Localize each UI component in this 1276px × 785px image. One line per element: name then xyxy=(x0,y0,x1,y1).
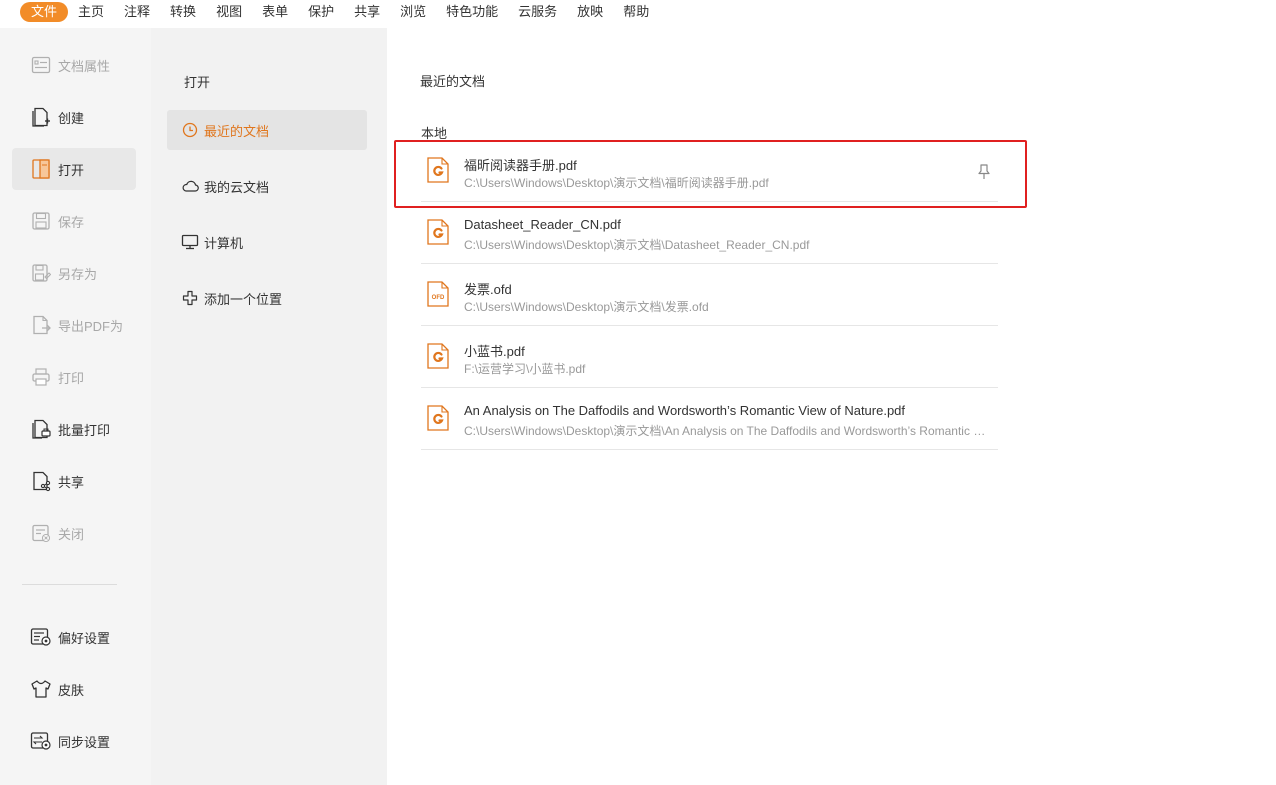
open-location-label: 最近的文档 xyxy=(204,123,270,139)
sync-settings-icon xyxy=(30,730,52,752)
document-path: C:\Users\Windows\Desktop\演示文档\发票.ofd xyxy=(464,300,709,314)
sidebar-item-save[interactable]: 保存 xyxy=(12,200,136,242)
document-name: An Analysis on The Daffodils and Wordswo… xyxy=(464,403,906,418)
print-icon xyxy=(30,366,52,388)
menu-item-0[interactable]: 文件 xyxy=(20,2,69,22)
menu-item-2[interactable]: 注释 xyxy=(114,2,160,22)
recent-document-row[interactable]: 福昕阅读器手册.pdf C:\Users\Windows\Desktop\演示文档… xyxy=(421,140,998,202)
menu-item-6[interactable]: 保护 xyxy=(298,2,344,22)
sidebar-item-create[interactable]: 创建 xyxy=(12,96,136,138)
menu-item-7[interactable]: 共享 xyxy=(344,2,390,22)
save-icon xyxy=(30,210,52,232)
preferences-icon xyxy=(30,626,52,648)
sidebar-item-label: 保存 xyxy=(58,214,85,230)
document-path: C:\Users\Windows\Desktop\演示文档\福昕阅读器手册.pd… xyxy=(464,176,769,190)
sidebar-item-label: 关闭 xyxy=(58,526,85,542)
recent-documents-panel: 最近的文档 本地 福昕阅读器手册.pdf C:\Users\Windows\Des… xyxy=(387,28,1276,785)
document-name: 小蓝书.pdf xyxy=(464,344,525,359)
sidebar-item-print[interactable]: 打印 xyxy=(12,356,136,398)
menu-item-10[interactable]: 云服务 xyxy=(508,2,567,22)
sidebar-item-export-pdf[interactable]: 导出PDF为 xyxy=(12,304,136,346)
menu-item-12[interactable]: 帮助 xyxy=(613,2,659,22)
document-name: 发票.ofd xyxy=(464,282,512,297)
sidebar-item-label: 皮肤 xyxy=(58,682,85,698)
pin-icon[interactable] xyxy=(976,163,992,181)
sidebar-item-close-doc[interactable]: 关闭 xyxy=(12,512,136,554)
pdf-file-icon xyxy=(427,157,449,183)
recent-document-row[interactable]: 小蓝书.pdf F:\运营学习\小蓝书.pdf xyxy=(421,326,998,388)
recent-document-row[interactable]: Datasheet_Reader_CN.pdf C:\Users\Windows\… xyxy=(421,202,998,264)
menu-item-9[interactable]: 特色功能 xyxy=(436,2,508,22)
sidebar-item-skin[interactable]: 皮肤 xyxy=(12,668,136,710)
open-location-computer[interactable]: 计算机 xyxy=(167,222,367,262)
plus-icon xyxy=(181,289,199,307)
open-icon xyxy=(30,158,52,180)
file-sidebar: 文档属性创建打开保存另存为导出PDF为 打印批量打印共享关闭偏好设置皮肤同步设置 xyxy=(0,28,151,785)
sidebar-item-label: 批量打印 xyxy=(58,422,111,438)
open-panel-title: 打开 xyxy=(184,75,211,90)
sidebar-item-label: 共享 xyxy=(58,474,85,490)
share-icon xyxy=(30,470,52,492)
sidebar-divider xyxy=(22,584,117,585)
menu-item-4[interactable]: 视图 xyxy=(206,2,252,22)
menu-item-5[interactable]: 表单 xyxy=(252,2,298,22)
create-icon xyxy=(30,106,52,128)
document-path: F:\运营学习\小蓝书.pdf xyxy=(464,362,586,376)
sidebar-item-label: 偏好设置 xyxy=(58,630,111,646)
menu-item-3[interactable]: 转换 xyxy=(160,2,206,22)
document-path: C:\Users\Windows\Desktop\演示文档\An Analysi… xyxy=(464,424,989,438)
computer-icon xyxy=(181,233,199,251)
sidebar-item-save-as[interactable]: 另存为 xyxy=(12,252,136,294)
ofd-icon-label: OFD xyxy=(432,295,445,301)
recent-document-row[interactable]: OFD 发票.ofd C:\Users\Windows\Desktop\演示文档\发… xyxy=(421,264,998,326)
open-panel: 打开 最近的文档我的云文档计算机添加一个位置 xyxy=(151,28,387,785)
close-doc-icon xyxy=(30,522,52,544)
sidebar-item-label: 同步设置 xyxy=(58,734,111,750)
pdf-file-icon xyxy=(427,405,449,431)
clock-icon xyxy=(181,121,199,139)
sidebar-item-label: 文档属性 xyxy=(58,58,111,74)
sidebar-item-document-properties[interactable]: 文档属性 xyxy=(12,44,136,86)
recent-documents-title: 最近的文档 xyxy=(420,74,486,89)
open-location-cloud[interactable]: 我的云文档 xyxy=(167,166,367,206)
menu-item-1[interactable]: 主页 xyxy=(68,2,114,22)
cloud-icon xyxy=(181,177,199,195)
sidebar-item-label: 另存为 xyxy=(58,266,98,282)
sidebar-item-label: 打印 xyxy=(58,370,85,386)
document-path: C:\Users\Windows\Desktop\演示文档\Datasheet_… xyxy=(464,238,810,252)
recent-document-list: 福昕阅读器手册.pdf C:\Users\Windows\Desktop\演示文档… xyxy=(421,140,998,450)
sidebar-item-label: 打开 xyxy=(58,162,85,178)
open-location-clock[interactable]: 最近的文档 xyxy=(167,110,367,150)
menu-item-11[interactable]: 放映 xyxy=(567,2,613,22)
pdf-file-icon xyxy=(427,219,449,245)
sidebar-item-batch-print[interactable]: 批量打印 xyxy=(12,408,136,450)
export-pdf-icon xyxy=(30,314,52,336)
document-properties-icon xyxy=(30,54,52,76)
save-as-icon xyxy=(30,262,52,284)
open-location-label: 我的云文档 xyxy=(204,179,270,195)
open-location-label: 添加一个位置 xyxy=(204,291,283,307)
open-location-label: 计算机 xyxy=(204,235,244,251)
sidebar-item-preferences[interactable]: 偏好设置 xyxy=(12,616,136,658)
open-location-plus[interactable]: 添加一个位置 xyxy=(167,278,367,318)
ofd-file-icon: OFD xyxy=(427,281,449,307)
sidebar-item-open[interactable]: 打开 xyxy=(12,148,136,190)
menu-item-8[interactable]: 浏览 xyxy=(390,2,436,22)
batch-print-icon xyxy=(30,418,52,440)
skin-icon xyxy=(30,678,52,700)
sidebar-item-label: 导出PDF为 xyxy=(58,318,124,334)
menu-items: 文件 主页 注释 转换 视图 表单 保护 共享 浏览 特色功能 云服务 放映 帮助 xyxy=(20,2,659,22)
menu-bar: 文件 主页 注释 转换 视图 表单 保护 共享 浏览 特色功能 云服务 放映 帮助 xyxy=(0,0,1276,24)
sidebar-item-label: 创建 xyxy=(58,110,85,126)
sidebar-item-sync-settings[interactable]: 同步设置 xyxy=(12,720,136,762)
document-name: Datasheet_Reader_CN.pdf xyxy=(464,217,621,232)
document-name: 福昕阅读器手册.pdf xyxy=(464,158,577,173)
recent-document-row[interactable]: An Analysis on The Daffodils and Wordswo… xyxy=(421,388,998,450)
pdf-file-icon xyxy=(427,343,449,369)
sidebar-item-share[interactable]: 共享 xyxy=(12,460,136,502)
